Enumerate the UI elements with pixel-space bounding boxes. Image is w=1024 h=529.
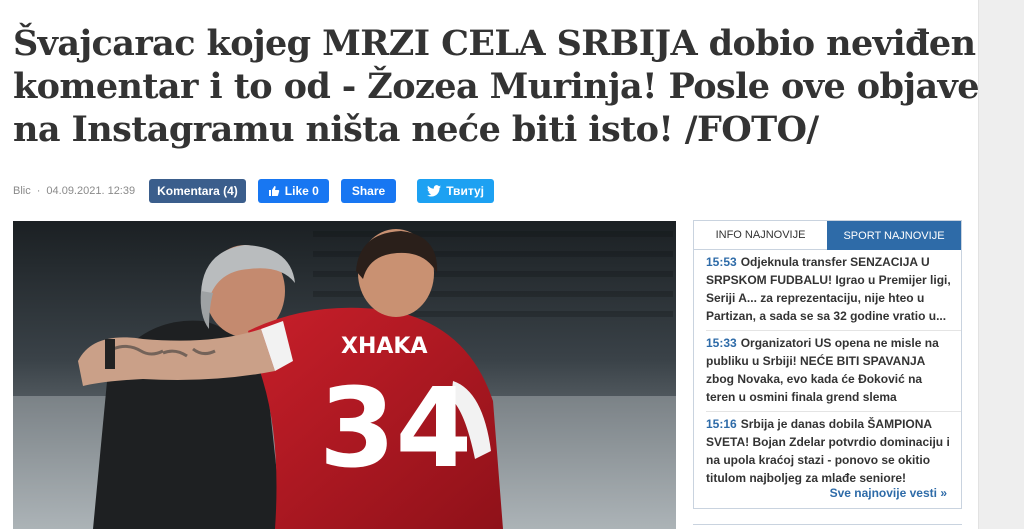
meta-separator: · xyxy=(36,185,41,197)
news-text-line: Partizan, a sada se sa 32 godine vratio … xyxy=(706,309,947,323)
news-time: 15:53 xyxy=(706,255,737,269)
latest-news-tabs: INFO NAJNOVIJE SPORT NAJNOVIJE xyxy=(694,221,961,250)
double-chevron-right-icon: » xyxy=(940,486,947,500)
news-text-line: SVETA! Bojan Zdelar potvrdio dominaciju … xyxy=(706,435,950,449)
all-latest-news-label: Sve najnovije vesti xyxy=(829,486,937,500)
like-button-label: Like 0 xyxy=(284,184,319,198)
news-text-line: Organizatori US opena ne misle na xyxy=(740,336,939,350)
tab-sport-latest-label: SPORT NAJNOVIJE xyxy=(843,229,945,242)
article-title-line: Švajcarac kojeg MRZI CELA SRBIJA dobio n… xyxy=(13,23,976,64)
news-text-line: teren u osmini finala grend slema xyxy=(706,390,897,404)
article-date: 04.09.2021. 12:39 xyxy=(46,185,136,197)
news-item[interactable]: 15:53 Odjeknula transfer SENZACIJA U SRPS… xyxy=(706,250,961,331)
latest-news-list: 15:53 Odjeknula transfer SENZACIJA U SRPS… xyxy=(694,250,961,492)
share-button-label: Share xyxy=(351,184,386,198)
twitter-bird-icon xyxy=(427,185,442,197)
facebook-share-button[interactable]: Share xyxy=(340,179,397,203)
jersey-number: 34 xyxy=(319,364,472,492)
tweet-button[interactable]: Твитуј xyxy=(417,179,494,203)
article-title-line: komentar i to od - Žozea Murinja! Posle … xyxy=(13,66,980,107)
all-latest-news-link[interactable]: Sve najnovije vesti » xyxy=(830,486,947,500)
news-text-line: SRPSKOM FUDBALU! Igrao u Premijer ligi, xyxy=(706,273,951,287)
news-text-line: Seriji A... za reprezentaciju, nije hteo… xyxy=(706,291,925,305)
thumbs-up-icon xyxy=(268,186,280,196)
football-players-photo: XHAKA 34 xyxy=(13,221,676,529)
article-title: Švajcarac kojeg MRZI CELA SRBIJA dobio n… xyxy=(13,22,980,151)
news-item[interactable]: 15:16 Srbija je danas dobila ŠAMPIONA SVE… xyxy=(706,412,961,492)
news-text-line: na upola kraćoj stazi - ponovo se okitio xyxy=(706,453,931,467)
tab-info-latest[interactable]: INFO NAJNOVIJE xyxy=(694,221,827,250)
news-text-line: Srbija je danas dobila ŠAMPIONA xyxy=(740,417,933,431)
latest-news-widget: INFO NAJNOVIJE SPORT NAJNOVIJE 15:53 Odje… xyxy=(693,220,962,509)
article-source: Blic xyxy=(13,185,31,197)
tab-sport-latest[interactable]: SPORT NAJNOVIJE xyxy=(827,221,961,250)
news-text-line: titulom najboljeg za mlađe seniore! xyxy=(706,471,907,485)
article-main-photo[interactable]: XHAKA 34 xyxy=(13,221,676,529)
news-text-line: publiku u Srbiji! NEĆE BITI SPAVANJA xyxy=(706,354,926,368)
comments-button-label: Komentara (4) xyxy=(157,184,238,198)
jersey-name: XHAKA xyxy=(341,334,427,359)
facebook-like-button[interactable]: Like 0 xyxy=(257,179,329,203)
news-text-line: zbog Novaka, evo kada će Đoković na xyxy=(706,372,923,386)
tab-info-latest-label: INFO NAJNOVIJE xyxy=(715,229,806,241)
news-time: 15:33 xyxy=(706,336,737,350)
comments-button[interactable]: Komentara (4) xyxy=(149,179,246,203)
article-meta: Blic · 04.09.2021. 12:39 Komentara (4) L… xyxy=(13,178,494,204)
news-item[interactable]: 15:33 Organizatori US opena ne misle na p… xyxy=(706,331,961,412)
article-title-line: na Instagramu ništa neće biti isto! /FOT… xyxy=(13,109,819,150)
next-widget-edge xyxy=(693,524,962,529)
page-right-gutter xyxy=(978,0,1024,529)
tweet-button-label: Твитуј xyxy=(446,184,484,198)
news-text-line: Odjeknula transfer SENZACIJA U xyxy=(740,255,930,269)
news-time: 15:16 xyxy=(706,417,737,431)
